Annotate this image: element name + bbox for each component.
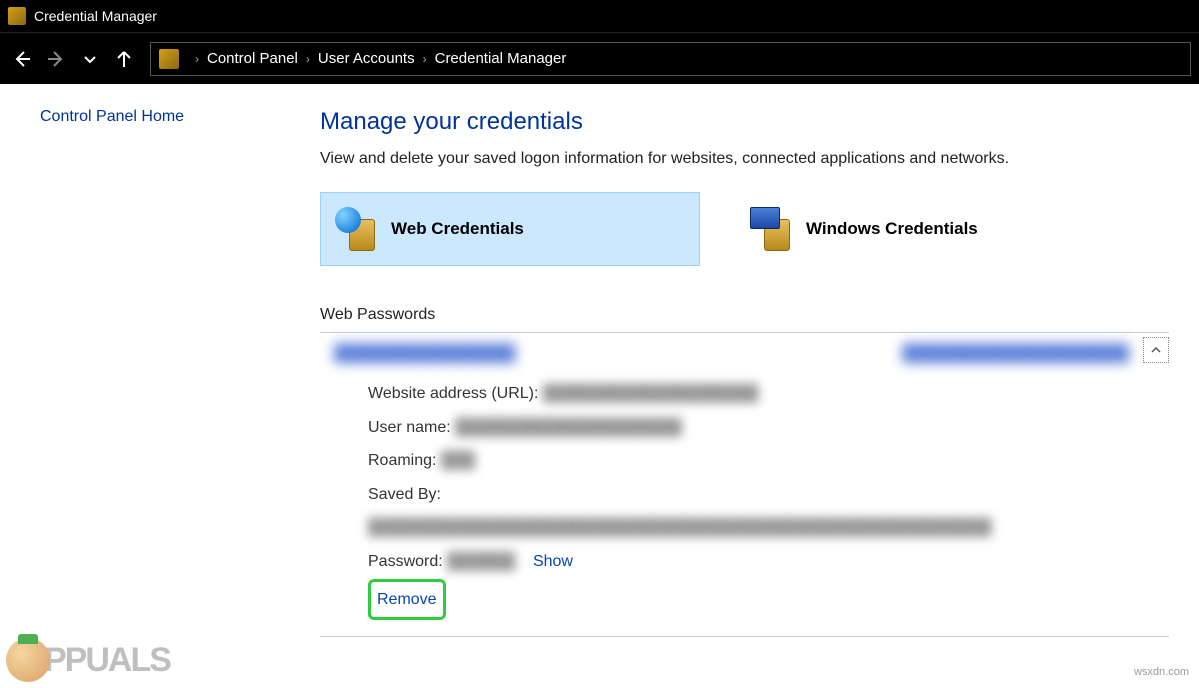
breadcrumb-user-accounts[interactable]: User Accounts (318, 50, 415, 67)
address-bar[interactable]: › Control Panel › User Accounts › Creden… (150, 42, 1191, 76)
content-area: Control Panel Home Manage your credentia… (0, 84, 1199, 688)
tab-web-credentials[interactable]: Web Credentials (320, 192, 700, 266)
roaming-label: Roaming: (368, 452, 436, 469)
recent-locations-button[interactable] (76, 45, 104, 73)
remove-link[interactable]: Remove (368, 579, 446, 621)
savedby-label: Saved By: (368, 486, 441, 503)
window-titlebar: Credential Manager (0, 0, 1199, 32)
url-label: Website address (URL): (368, 385, 538, 402)
savedby-value: ████████████████████████████████████████… (368, 519, 991, 536)
tab-windows-label: Windows Credentials (806, 219, 978, 239)
main-panel: Manage your credentials View and delete … (300, 84, 1199, 688)
control-panel-home-link[interactable]: Control Panel Home (40, 108, 184, 125)
tab-web-label: Web Credentials (391, 219, 524, 239)
chevron-right-icon: › (306, 52, 310, 66)
collapse-button[interactable] (1143, 337, 1169, 363)
username-label: User name: (368, 419, 451, 436)
credential-details: Website address (URL): █████████████████… (334, 373, 1129, 624)
show-password-link[interactable]: Show (533, 553, 573, 570)
entry-modified: ████████████████████ (902, 345, 1129, 363)
page-description: View and delete your saved logon informa… (320, 150, 1169, 168)
breadcrumb-control-panel[interactable]: Control Panel (207, 50, 298, 67)
web-credentials-icon (335, 207, 379, 251)
navigation-bar: › Control Panel › User Accounts › Creden… (0, 32, 1199, 84)
tab-windows-credentials[interactable]: Windows Credentials (736, 192, 1116, 266)
watermark: wsxdn.com (1134, 666, 1189, 678)
page-title: Manage your credentials (320, 108, 1169, 136)
credential-entry: ████████████████ ████████████████████ We… (320, 333, 1169, 637)
logo-text: PPUALS (44, 641, 170, 680)
roaming-value: ███ (441, 452, 475, 469)
appuals-logo: PPUALS (6, 638, 170, 682)
breadcrumb-credential-manager[interactable]: Credential Manager (435, 50, 567, 67)
username-value: ████████████████████ (455, 419, 682, 436)
url-value: ███████████████████ (543, 385, 758, 402)
up-button[interactable] (110, 45, 138, 73)
back-button[interactable] (8, 45, 36, 73)
chevron-right-icon: › (423, 52, 427, 66)
password-value: ██████ (447, 553, 515, 570)
password-label: Password: (368, 553, 443, 570)
chevron-up-icon (1149, 343, 1163, 357)
chevron-right-icon: › (195, 52, 199, 66)
windows-credentials-icon (750, 207, 794, 251)
window-title: Credential Manager (34, 8, 157, 24)
location-icon (159, 49, 179, 69)
credential-tabs: Web Credentials Windows Credentials (320, 192, 1169, 266)
entry-site-name: ████████████████ (334, 345, 515, 363)
section-header-web-passwords: Web Passwords (320, 306, 1169, 333)
forward-button[interactable] (42, 45, 70, 73)
sidebar: Control Panel Home (0, 84, 300, 688)
app-icon (8, 7, 26, 25)
